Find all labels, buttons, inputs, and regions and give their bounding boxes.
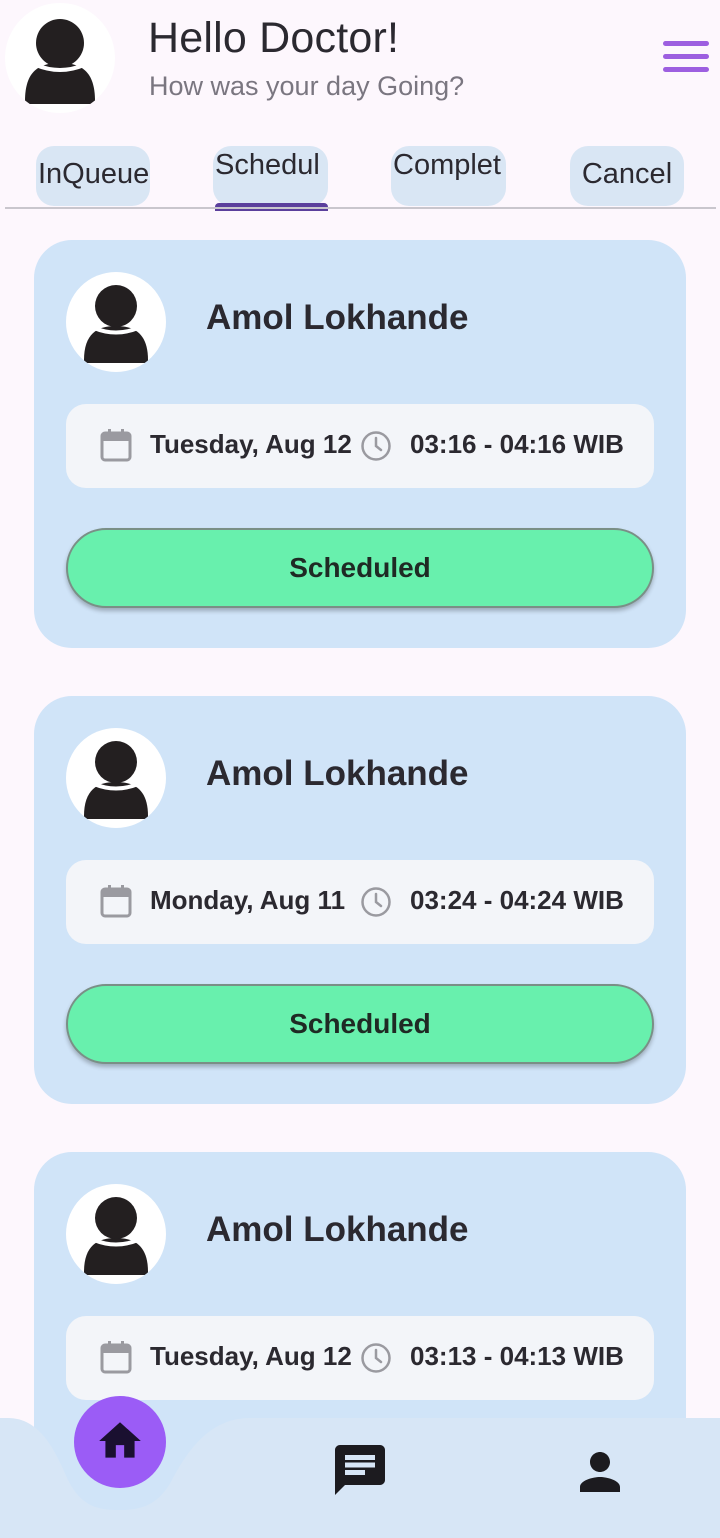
patient-name: Amol Lokhande [206, 754, 469, 793]
appointment-date: Tuesday, Aug 12 [150, 429, 352, 459]
home-button[interactable] [74, 1396, 166, 1488]
calendar-icon [100, 885, 132, 918]
tab-cancel[interactable]: Cancel [570, 146, 684, 206]
tab-divider [5, 207, 716, 209]
appointment-date: Monday, Aug 11 [150, 885, 346, 915]
calendar-icon [100, 429, 132, 462]
bottom-navigation [0, 1396, 720, 1538]
appointment-time: 03:13 - 04:13 WIB [410, 1341, 624, 1371]
appointment-info: Monday, Aug 11 03:24 - 04:24 WIB [66, 860, 654, 944]
tab-label: Complet [393, 149, 501, 181]
greeting-subtitle: How was your day Going? [149, 71, 465, 101]
home-icon [99, 1422, 141, 1458]
tab-label: InQueue [38, 158, 150, 190]
tab-scheduled[interactable]: Schedul [213, 146, 328, 206]
tab-completed[interactable]: Complet [391, 146, 506, 206]
greeting-title: Hello Doctor! [148, 14, 400, 62]
patient-avatar-icon [66, 272, 166, 372]
status-button[interactable]: Scheduled [66, 528, 654, 608]
appointment-time: 03:24 - 04:24 WIB [410, 885, 624, 915]
appointment-card[interactable]: Amol Lokhande Tuesday, Aug 12 03:16 - 04… [34, 240, 686, 648]
appointment-info: Tuesday, Aug 12 03:16 - 04:16 WIB [66, 404, 654, 488]
doctor-avatar-icon[interactable] [5, 3, 115, 113]
hamburger-menu-icon[interactable] [660, 38, 712, 78]
clock-icon [361, 887, 391, 917]
profile-icon[interactable] [570, 1442, 630, 1502]
tab-label: Schedul [215, 149, 320, 181]
appointment-card[interactable]: Amol Lokhande Monday, Aug 11 03:24 - 04:… [34, 696, 686, 1104]
status-button[interactable]: Scheduled [66, 984, 654, 1064]
patient-name: Amol Lokhande [206, 1210, 469, 1249]
header: Hello Doctor! How was your day Going? [0, 0, 720, 125]
appointment-info: Tuesday, Aug 12 03:13 - 04:13 WIB [66, 1316, 654, 1400]
clock-icon [361, 431, 391, 461]
calendar-icon [100, 1341, 132, 1374]
appointment-date: Tuesday, Aug 12 [150, 1341, 352, 1371]
chat-icon[interactable] [330, 1440, 390, 1500]
appointment-time: 03:16 - 04:16 WIB [410, 429, 624, 459]
patient-avatar-icon [66, 1184, 166, 1284]
tab-inqueue[interactable]: InQueue [36, 146, 150, 206]
tab-bar: InQueue Schedul Complet Cancel [0, 140, 720, 211]
patient-avatar-icon [66, 728, 166, 828]
tab-label: Cancel [581, 158, 673, 190]
patient-name: Amol Lokhande [206, 298, 469, 337]
clock-icon [361, 1343, 391, 1373]
